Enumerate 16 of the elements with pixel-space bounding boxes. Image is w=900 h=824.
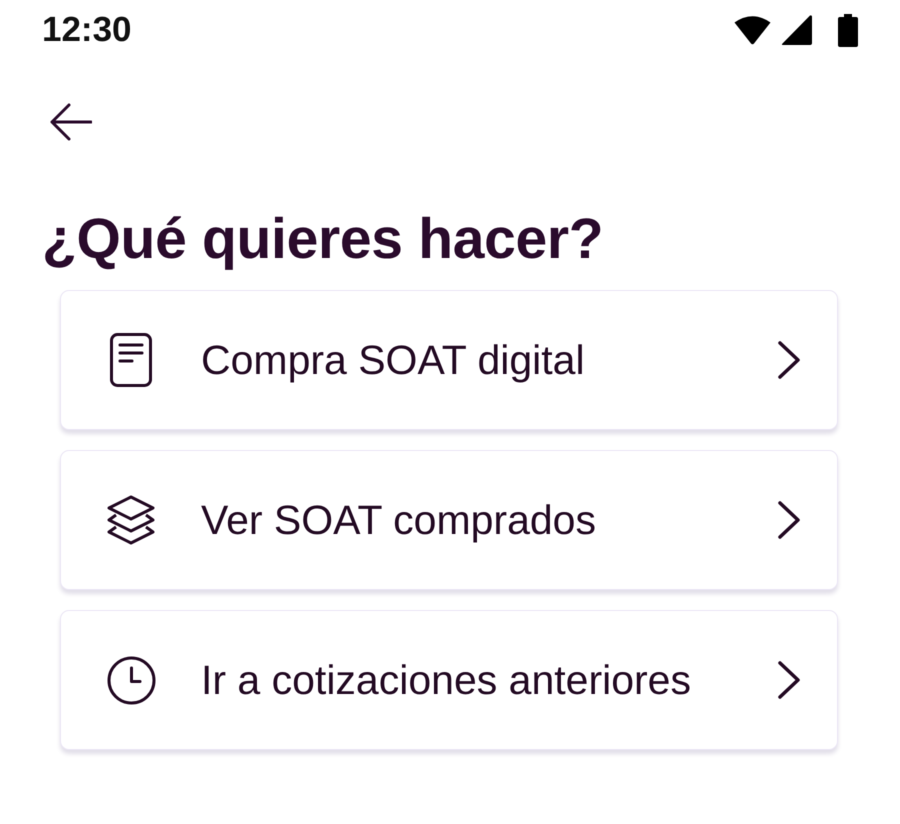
- back-button[interactable]: [50, 103, 92, 141]
- option-card[interactable]: Ver SOAT comprados: [60, 450, 838, 590]
- option-card[interactable]: Ir a cotizaciones anteriores: [60, 610, 838, 750]
- page-title: ¿Qué quieres hacer?: [42, 206, 604, 273]
- signal-icon: [781, 15, 812, 45]
- wifi-icon: [734, 16, 771, 44]
- layers-icon: [106, 495, 156, 545]
- back-arrow-icon: [50, 103, 92, 141]
- clock-icon: [106, 656, 156, 704]
- chevron-right-icon: [777, 500, 801, 540]
- option-card[interactable]: Compra SOAT digital: [60, 290, 838, 430]
- chevron-right-icon: [777, 340, 801, 380]
- document-icon: [110, 333, 152, 387]
- chevron-right-icon: [777, 660, 801, 700]
- status-time: 12:30: [42, 10, 132, 50]
- battery-icon: [838, 14, 858, 46]
